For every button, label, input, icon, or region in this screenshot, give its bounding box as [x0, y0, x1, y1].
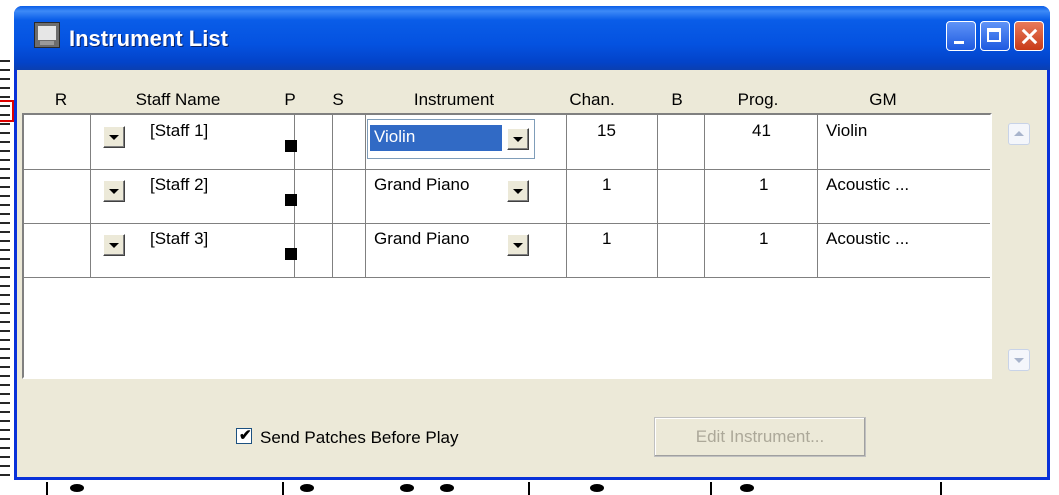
column-header-instrument: Instrument — [413, 90, 495, 109]
background-ruler-ticks — [0, 60, 10, 480]
staff-dropdown-button[interactable] — [103, 126, 125, 148]
send-patches-checkbox[interactable]: ✔ — [236, 427, 252, 444]
instrument-cell[interactable]: Grand Piano — [374, 175, 469, 195]
column-header-prog: Prog. — [737, 90, 779, 109]
gm-cell: Violin — [826, 121, 868, 140]
scroll-down-arrow-icon[interactable] — [1008, 349, 1030, 371]
gm-cell: Acoustic ... — [826, 229, 910, 248]
instrument-dropdown-button[interactable] — [507, 180, 529, 202]
scroll-up-arrow-icon[interactable] — [1008, 123, 1030, 145]
chan-cell: 1 — [602, 175, 612, 194]
column-header-b: B — [671, 90, 683, 109]
instrument-dropdown-button[interactable] — [507, 234, 529, 256]
minimize-button[interactable] — [946, 21, 976, 51]
table-row[interactable]: [Staff 2] Grand Piano 1 1 Acoustic ... — [24, 169, 990, 223]
column-header-gm: GM — [869, 90, 897, 109]
staff-name-cell: [Staff 3] — [150, 229, 209, 248]
staff-dropdown-button[interactable] — [103, 234, 125, 256]
column-header-r: R — [54, 90, 68, 109]
column-header-p: P — [284, 90, 296, 109]
chan-cell: 15 — [597, 121, 616, 140]
prog-cell: 1 — [759, 175, 769, 194]
prog-cell: 41 — [752, 121, 771, 140]
close-button[interactable] — [1014, 21, 1044, 51]
column-header-chan: Chan. — [569, 90, 615, 109]
app-icon[interactable] — [34, 22, 60, 48]
table-row[interactable]: [Staff 1] Violin 15 41 Violin — [24, 115, 990, 169]
staff-name-cell: [Staff 1] — [150, 121, 209, 140]
play-indicator[interactable] — [285, 194, 297, 206]
maximize-button[interactable] — [980, 21, 1010, 51]
staff-name-cell: [Staff 2] — [150, 175, 209, 194]
play-indicator[interactable] — [285, 140, 297, 152]
play-indicator[interactable] — [285, 248, 297, 260]
gm-cell: Acoustic ... — [826, 175, 910, 194]
check-icon: ✔ — [239, 427, 252, 444]
send-patches-label: Send Patches Before Play — [260, 428, 459, 447]
chan-cell: 1 — [602, 229, 612, 248]
prog-cell: 1 — [759, 229, 769, 248]
instrument-select-value[interactable]: Violin — [370, 125, 502, 151]
window-title: Instrument List — [69, 26, 228, 51]
edit-instrument-button[interactable]: Edit Instrument... — [654, 417, 866, 457]
instrument-cell[interactable]: Grand Piano — [374, 229, 469, 249]
column-header-staff-name: Staff Name — [135, 90, 221, 109]
column-header-s: S — [332, 90, 344, 109]
instrument-grid[interactable]: [Staff 1] Violin 15 41 Violin [Staff 2] … — [22, 113, 1030, 379]
table-row[interactable]: [Staff 3] Grand Piano 1 1 Acoustic ... — [24, 223, 990, 277]
instrument-dropdown-button[interactable] — [507, 128, 529, 150]
background-score-strip — [0, 482, 1059, 495]
title-bar[interactable]: Instrument List — [14, 6, 1050, 70]
staff-dropdown-button[interactable] — [103, 180, 125, 202]
background-red-marker — [0, 100, 14, 122]
